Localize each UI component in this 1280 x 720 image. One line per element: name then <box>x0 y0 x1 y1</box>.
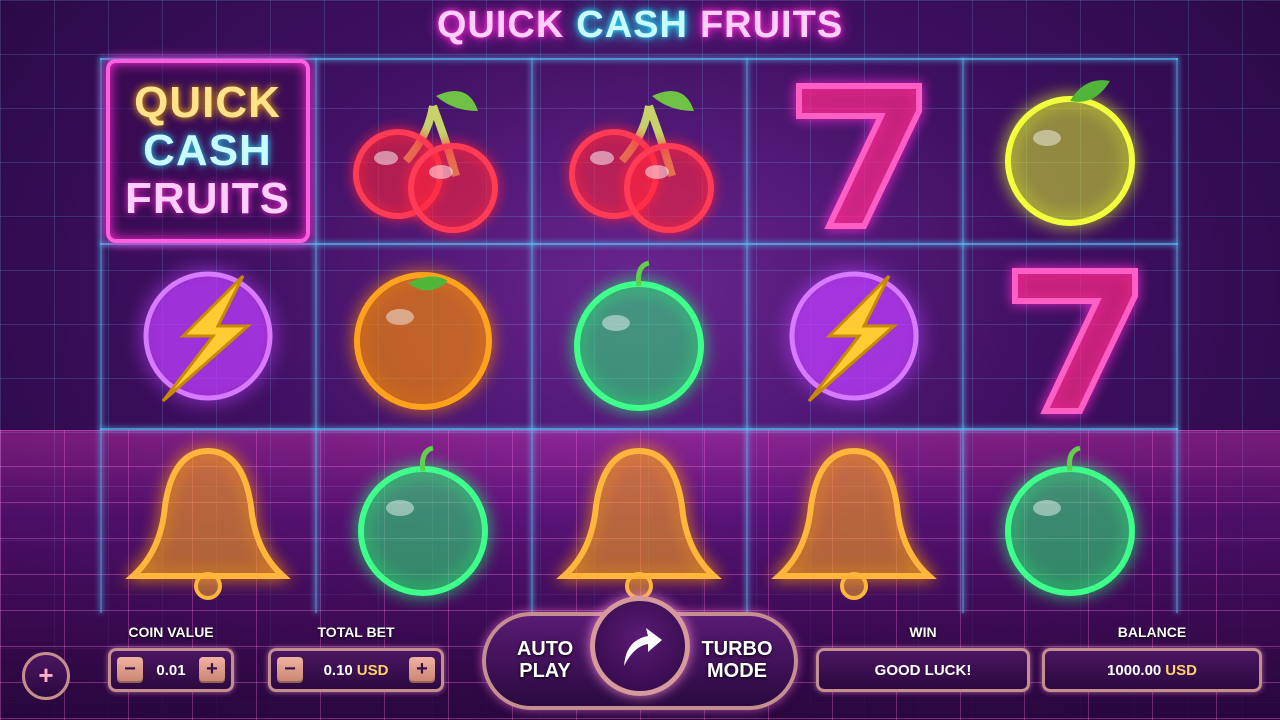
total-bet-value: 0.10 <box>323 661 353 679</box>
lemon-icon <box>1004 79 1135 226</box>
bell-icon <box>555 447 722 600</box>
coin-value-increase-button[interactable]: + <box>198 657 225 683</box>
title-word-quick: QUICK <box>436 4 565 46</box>
coin-value-panel: − 0.01 + <box>108 648 234 692</box>
reel-symbol-seven <box>962 243 1177 428</box>
spin-button[interactable] <box>590 596 690 696</box>
total-bet-label: TOTAL BET <box>317 624 395 640</box>
win-value: GOOD LUCK! <box>874 661 972 679</box>
apple-icon <box>1004 445 1135 596</box>
reel-symbol-seven <box>746 58 961 243</box>
cherry-icon <box>568 90 714 233</box>
logo-line-cash: CASH <box>143 125 272 175</box>
apple-icon <box>357 445 488 596</box>
coin-value-label: COIN VALUE <box>128 624 214 640</box>
reel-symbol-lemon <box>962 58 1177 243</box>
bell-icon <box>770 447 937 600</box>
reel-symbol-bell <box>746 428 961 613</box>
total-bet-value-wrap: 0.10 USD <box>324 662 389 679</box>
reel-symbol-lightning-orb <box>100 243 315 428</box>
menu-plus-button[interactable]: + <box>22 652 70 700</box>
game-title: QUICK CASH FRUITS <box>0 4 1280 47</box>
win-label: WIN <box>909 624 937 640</box>
total-bet-decrease-button[interactable]: − <box>277 657 303 683</box>
turbo-mode-button[interactable]: TURBO MODE <box>696 638 778 682</box>
seven-icon <box>795 82 922 229</box>
total-bet-currency: USD <box>356 661 389 679</box>
logo-line-quick: QUICK <box>134 77 281 127</box>
reel-symbol-logo: QUICK CASH FRUITS <box>100 58 315 243</box>
win-panel: GOOD LUCK! <box>816 648 1030 692</box>
orange-icon <box>353 271 492 410</box>
logo-symbol: QUICK CASH FRUITS <box>105 58 310 243</box>
reel-symbol-orange <box>315 243 530 428</box>
reel-symbol-apple <box>962 428 1177 613</box>
reel-symbol-apple <box>531 243 746 428</box>
cherry-icon <box>352 90 498 233</box>
balance-panel: 1000.00 USD <box>1042 648 1262 692</box>
auto-play-button[interactable]: AUTO PLAY <box>504 638 586 682</box>
coin-value: 0.01 <box>156 661 186 679</box>
logo-line-fruits: FRUITS <box>125 173 290 223</box>
bell-icon <box>124 447 291 600</box>
balance-currency: USD <box>1165 661 1197 679</box>
balance-label: BALANCE <box>1117 624 1187 640</box>
reel-symbol-bell <box>531 428 746 613</box>
title-word-cash: CASH <box>576 4 688 46</box>
total-bet-panel: − 0.10 USD + <box>268 648 444 692</box>
reel-grid: QUICK CASH FRUITS <box>100 58 1178 613</box>
total-bet-increase-button[interactable]: + <box>409 657 435 683</box>
balance-value: 1000.00 <box>1107 661 1162 679</box>
title-word-fruits: FRUITS <box>699 4 844 46</box>
reel-symbol-lightning-orb <box>746 243 961 428</box>
reel-symbol-apple <box>315 428 530 613</box>
coin-value-decrease-button[interactable]: − <box>117 657 143 683</box>
apple-icon <box>573 260 704 411</box>
reel-symbol-cherry <box>315 58 530 243</box>
lightning-orb-icon <box>789 271 918 402</box>
reel-symbol-cherry <box>531 58 746 243</box>
reel-symbol-bell <box>100 428 315 613</box>
seven-icon <box>1011 267 1138 414</box>
lightning-orb-icon <box>143 271 272 402</box>
spin-arrow-icon <box>624 628 662 666</box>
